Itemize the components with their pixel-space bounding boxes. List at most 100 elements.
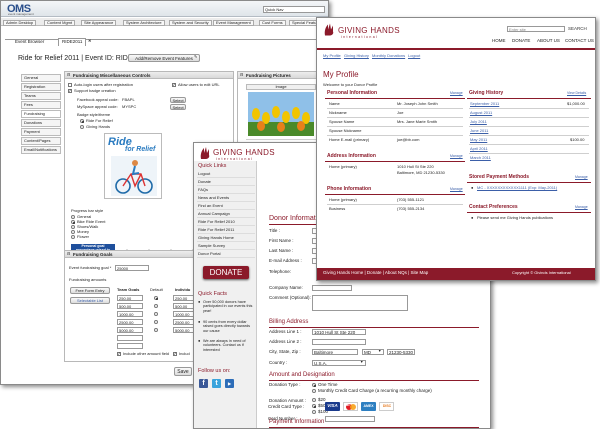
subnav-logout[interactable]: Logout [408, 53, 420, 58]
site-search-input[interactable]: Enter site [507, 26, 565, 32]
quick-link-find-event[interactable]: Find an Event [197, 203, 255, 211]
quick-link-rfr-2010[interactable]: Ride For Relief 2010 [197, 219, 255, 227]
progress-general-radio[interactable] [71, 215, 75, 219]
history-month-4[interactable]: June 2011 [470, 128, 488, 133]
history-month-6[interactable]: April 2011 [470, 146, 488, 151]
goal-input[interactable]: 25000 [115, 265, 149, 271]
allow-url-checkbox[interactable] [172, 82, 176, 87]
menu-content-mgmt[interactable]: Content Mgmt [44, 19, 76, 26]
include-other-checkbox[interactable] [117, 351, 121, 356]
address-manage-link[interactable]: Manage [450, 154, 463, 159]
indiv-goal-3[interactable]: 1000.00 [173, 311, 195, 317]
twitter-icon[interactable]: t [212, 379, 221, 388]
history-month-5[interactable]: May 2011 [470, 137, 487, 142]
country-select[interactable]: U.S.A. [312, 360, 366, 366]
amount-50-radio[interactable] [312, 404, 316, 408]
history-month-3[interactable]: July 2011 [470, 119, 487, 124]
site-search-button[interactable]: SEARCH [568, 26, 587, 32]
menu-system-architecture[interactable]: System Architecture [123, 19, 165, 26]
side-teams[interactable]: Teams [21, 92, 61, 100]
default-radio-2[interactable] [154, 304, 158, 308]
quick-link-faqs[interactable]: FAQs [197, 187, 255, 195]
tab-event-browser[interactable]: Event Browser [15, 39, 44, 45]
save-button[interactable]: Save [174, 367, 192, 376]
myspace-select-button[interactable]: Select [170, 104, 186, 110]
view-details-link[interactable]: View Details [567, 91, 586, 96]
stored-manage-link[interactable]: Manage [575, 175, 588, 180]
team-goal-blank-1[interactable] [117, 335, 143, 341]
facebook-select-button[interactable]: Select [170, 97, 186, 103]
menu-system-security[interactable]: System and Security [169, 19, 212, 26]
history-month-7[interactable]: March 2011 [470, 155, 491, 160]
card-brand-amex[interactable]: AMEX [361, 402, 376, 411]
one-time-radio[interactable] [312, 383, 316, 387]
team-goal-4[interactable]: 2500.00 [117, 319, 143, 325]
default-radio-4[interactable] [154, 320, 158, 324]
team-goal-2[interactable]: 500.00 [117, 303, 143, 309]
nav-contact[interactable]: CONTACT US [565, 38, 594, 44]
indiv-goal-2[interactable]: 500.00 [173, 303, 195, 309]
amount-100-radio[interactable] [312, 410, 316, 414]
progress-money-radio[interactable] [71, 230, 75, 234]
stored-card-link[interactable]: MC - XXXXXXXXXXXX1111 (Exp: May-2011) [477, 185, 557, 190]
nav-about[interactable]: ABOUT US [537, 38, 560, 44]
subnav-monthly[interactable]: Monthly Donations [372, 53, 405, 58]
quick-link-survey[interactable]: Sample Survey [197, 243, 255, 251]
company-input[interactable] [312, 285, 352, 291]
side-fees[interactable]: Fees [21, 101, 61, 109]
default-radio-1[interactable] [154, 296, 158, 300]
include-other-indiv-checkbox[interactable] [173, 351, 177, 356]
footer-links[interactable]: Giving Hands Home | Donate | About NQs |… [323, 270, 428, 276]
phone-manage-link[interactable]: Manage [450, 187, 463, 192]
team-goal-3[interactable]: 1000.00 [117, 311, 143, 317]
side-email-notifications[interactable]: Email/Notifications [21, 146, 61, 154]
badge-ride-radio[interactable] [80, 119, 84, 123]
badge-giving-radio[interactable] [80, 125, 84, 129]
monthly-radio[interactable] [312, 389, 316, 393]
side-general[interactable]: General [21, 74, 61, 82]
default-radio-5[interactable] [154, 328, 158, 332]
default-radio-3[interactable] [154, 312, 158, 316]
team-goal-blank-2[interactable] [117, 343, 143, 349]
quick-link-logout[interactable]: Logout [197, 171, 255, 179]
quick-link-rfr-2011[interactable]: Ride For Relief 2011 [197, 227, 255, 235]
indiv-goal-4[interactable]: 2500.00 [173, 319, 195, 325]
goals-collapse-icon[interactable]: ⊟ [67, 251, 70, 256]
auto-login-checkbox[interactable] [68, 83, 72, 87]
team-goal-5[interactable]: 5000.00 [117, 327, 143, 333]
team-goal-1[interactable]: 250.00 [117, 295, 143, 301]
history-month-2[interactable]: August 2011 [470, 110, 492, 115]
youtube-icon[interactable]: ▶ [225, 379, 234, 388]
tab-close-icon[interactable]: ✖ [88, 38, 91, 43]
selectable-list-button[interactable]: Selectable List [70, 297, 110, 304]
menu-cust-forms[interactable]: Cust Forms [259, 19, 286, 26]
card-brand-discover[interactable]: DISC [379, 402, 394, 411]
menu-admin-desktop[interactable]: Admin Desktop [3, 19, 37, 26]
side-payment[interactable]: Payment [21, 128, 61, 136]
facebook-icon[interactable]: f [199, 379, 208, 388]
personal-manage-link[interactable]: Manage [450, 91, 463, 96]
subnav-giving-history[interactable]: Giving History [344, 53, 369, 58]
quick-link-donate[interactable]: Donate [197, 179, 255, 187]
pictures-collapse-icon[interactable]: ⊟ [240, 72, 243, 77]
city-input[interactable]: Baltimore [312, 349, 358, 355]
menu-event-management[interactable]: Event Management [213, 19, 254, 26]
quick-nav-select[interactable]: Quick Nav [263, 6, 325, 13]
add-remove-features-button[interactable]: Add/Remove Event Features [128, 54, 200, 62]
support-badge-checkbox[interactable] [68, 88, 72, 93]
card-number-input[interactable] [325, 416, 375, 422]
amount-20-radio[interactable] [312, 398, 316, 402]
addr2-input[interactable] [312, 339, 366, 345]
progress-bike-radio[interactable] [71, 220, 75, 224]
tab-ride2011[interactable]: RIDE2011 [58, 38, 87, 46]
nav-home[interactable]: HOME [492, 38, 506, 44]
pref-manage-link[interactable]: Manage [575, 205, 588, 210]
progress-flower-radio[interactable] [71, 235, 75, 239]
zip-input[interactable]: 21230-5330 [387, 349, 415, 355]
collapse-icon[interactable]: ⊟ [67, 72, 70, 77]
donate-big-button[interactable]: DONATE [203, 266, 249, 279]
quick-link-news[interactable]: News and Events [197, 195, 255, 203]
quick-link-annual[interactable]: Annual Campaign [197, 211, 255, 219]
subnav-my-profile[interactable]: My Profile [323, 53, 341, 58]
card-brand-mastercard[interactable]: MC [343, 402, 358, 411]
